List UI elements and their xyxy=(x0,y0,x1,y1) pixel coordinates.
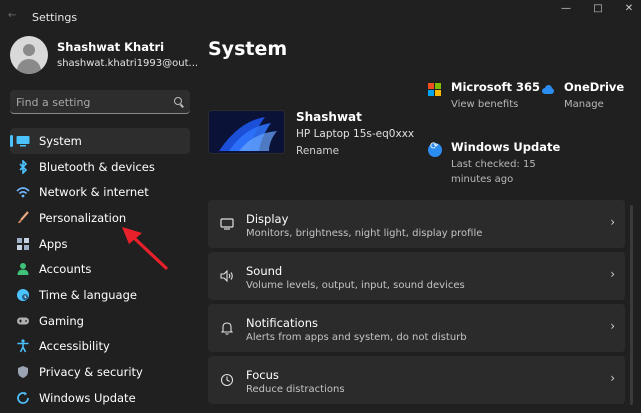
quick-link-subtitle: Last checked: 15 minutes ago xyxy=(451,159,536,185)
quick-link-title: OneDrive xyxy=(564,80,625,94)
maximize-button[interactable]: □ xyxy=(588,3,608,14)
sidebar-item-gaming[interactable]: Gaming xyxy=(10,308,190,334)
display-icon xyxy=(220,217,234,231)
close-button[interactable]: ✕ xyxy=(619,3,639,14)
sidebar-item-label: Accessibility xyxy=(39,339,110,354)
sidebar-item-system[interactable]: System xyxy=(10,128,190,154)
microsoft-365-link[interactable]: Microsoft 365 View benefits xyxy=(428,80,541,114)
card-subtitle: Alerts from apps and system, do not dist… xyxy=(246,332,467,343)
device-wallpaper-thumbnail xyxy=(208,110,285,154)
sidebar-item-label: Personalization xyxy=(39,210,127,225)
onedrive-icon xyxy=(541,83,555,97)
device-model: HP Laptop 15s-eq0xxx xyxy=(296,128,415,140)
focus-icon xyxy=(220,373,234,387)
bell-icon xyxy=(220,321,234,335)
bluetooth-icon xyxy=(16,159,30,174)
scrollbar[interactable] xyxy=(630,205,633,405)
title-bar: ← Settings — □ ✕ xyxy=(0,0,641,34)
sidebar-item-label: Gaming xyxy=(39,313,84,328)
red-arrow-annotation xyxy=(122,227,168,270)
profile-email: shashwat.khatri1993@out... xyxy=(57,58,199,69)
avatar-body-shape xyxy=(17,59,41,74)
display-card[interactable]: Display Monitors, brightness, night ligh… xyxy=(208,200,625,248)
settings-card-list: Display Monitors, brightness, night ligh… xyxy=(208,200,625,408)
card-subtitle: Volume levels, output, input, sound devi… xyxy=(246,280,465,291)
quick-link-title: Microsoft 365 xyxy=(451,80,541,94)
search-input[interactable] xyxy=(16,93,166,111)
sidebar-item-label: Windows Update xyxy=(39,390,136,405)
person-icon xyxy=(16,262,30,276)
profile-name: Shashwat Khatri xyxy=(57,40,165,54)
app-title: Settings xyxy=(32,11,78,24)
notifications-card[interactable]: Notifications Alerts from apps and syste… xyxy=(208,304,625,352)
sidebar-item-label: Accounts xyxy=(39,262,92,277)
brush-icon xyxy=(16,211,30,225)
gamepad-icon xyxy=(16,314,30,328)
quick-link-subtitle: Manage xyxy=(564,99,604,110)
sidebar-item-label: System xyxy=(39,133,82,148)
windows-update-icon xyxy=(428,141,442,157)
card-title: Notifications xyxy=(246,316,318,330)
sound-card[interactable]: Sound Volume levels, output, input, soun… xyxy=(208,252,625,300)
globe-icon xyxy=(16,288,30,302)
chevron-right-icon: › xyxy=(610,371,615,385)
card-title: Focus xyxy=(246,368,279,382)
shield-icon xyxy=(16,365,30,379)
minimize-button[interactable]: — xyxy=(556,3,576,14)
device-name: Shashwat xyxy=(296,110,362,124)
focus-card[interactable]: Focus Reduce distractions › xyxy=(208,356,625,404)
search-icon[interactable] xyxy=(174,97,182,105)
accessibility-icon xyxy=(16,339,30,353)
sidebar-item-bluetooth[interactable]: Bluetooth & devices xyxy=(10,154,190,180)
quick-link-title: Windows Update xyxy=(451,140,561,154)
wifi-icon xyxy=(16,185,30,199)
speaker-icon xyxy=(220,269,234,283)
sidebar-item-label: Bluetooth & devices xyxy=(39,159,155,174)
card-title: Sound xyxy=(246,264,283,278)
back-arrow-icon[interactable]: ← xyxy=(8,10,16,21)
monitor-icon xyxy=(16,134,30,148)
onedrive-link[interactable]: OneDrive Manage xyxy=(541,80,631,114)
sidebar-item-privacy[interactable]: Privacy & security xyxy=(10,359,190,385)
chevron-right-icon: › xyxy=(610,319,615,333)
quick-link-subtitle: View benefits xyxy=(451,99,519,110)
sidebar-item-label: Time & language xyxy=(39,287,137,302)
sidebar-item-accessibility[interactable]: Accessibility xyxy=(10,334,190,360)
update-icon xyxy=(16,391,30,405)
microsoft-365-icon xyxy=(428,83,442,97)
avatar[interactable] xyxy=(10,36,48,74)
avatar-head-shape xyxy=(23,44,35,56)
card-subtitle: Monitors, brightness, night light, displ… xyxy=(246,228,483,239)
sidebar-item-label: Privacy & security xyxy=(39,365,143,380)
sidebar-item-time-language[interactable]: Time & language xyxy=(10,282,190,308)
sidebar-item-network[interactable]: Network & internet xyxy=(10,179,190,205)
card-subtitle: Reduce distractions xyxy=(246,384,345,395)
rename-link[interactable]: Rename xyxy=(296,145,339,157)
sidebar-item-label: Network & internet xyxy=(39,185,149,200)
search-box[interactable] xyxy=(10,90,190,114)
chevron-right-icon: › xyxy=(610,267,615,281)
card-title: Display xyxy=(246,212,289,226)
apps-icon xyxy=(16,237,30,251)
page-title: System xyxy=(208,38,288,60)
chevron-right-icon: › xyxy=(610,215,615,229)
windows-update-link[interactable]: Windows Update Last checked: 15 minutes … xyxy=(428,140,561,188)
sidebar-item-label: Apps xyxy=(39,236,68,251)
sidebar-item-windows-update[interactable]: Windows Update xyxy=(10,385,190,411)
